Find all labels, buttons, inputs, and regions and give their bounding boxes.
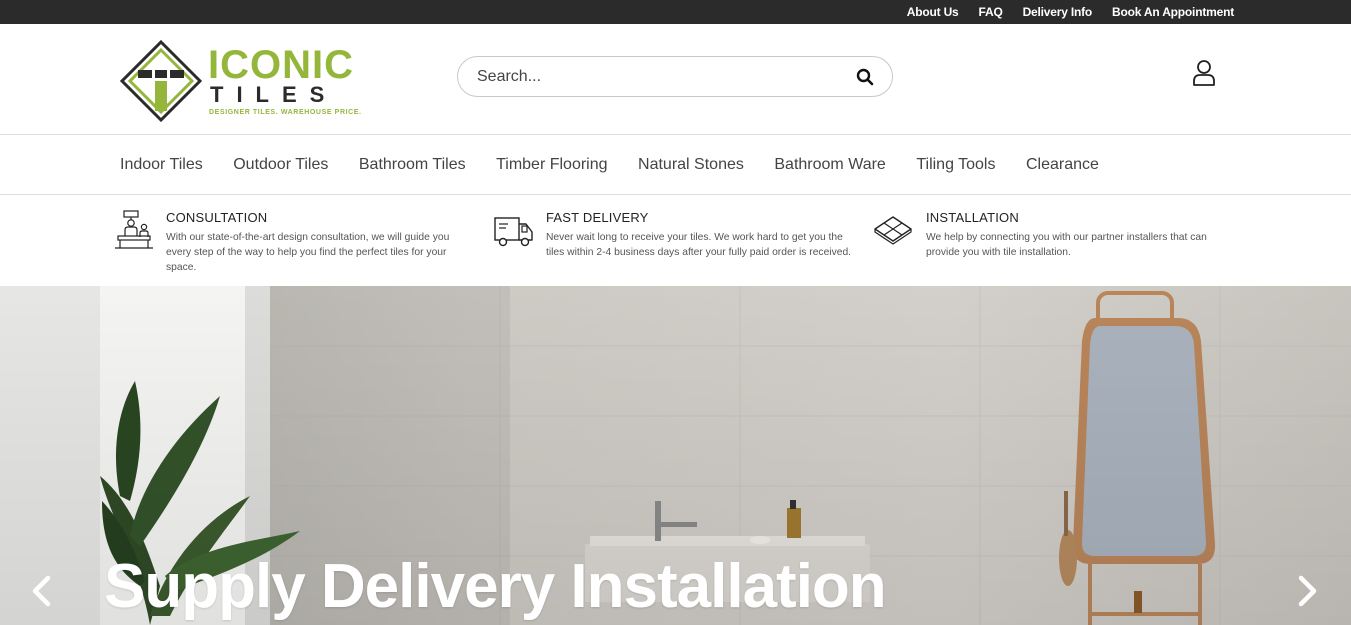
search-box bbox=[457, 56, 893, 97]
logo-word-iconic: ICONIC bbox=[208, 43, 354, 87]
search-icon[interactable] bbox=[856, 68, 874, 86]
hero-title: Supply Delivery Installation bbox=[104, 552, 887, 621]
nav-item-tiling-tools[interactable]: Tiling Tools bbox=[916, 156, 995, 174]
site-header: ICONIC TILES DESIGNER TILES. WAREHOUSE P… bbox=[0, 24, 1351, 135]
faq-link[interactable]: FAQ bbox=[979, 5, 1003, 19]
chevron-left-icon[interactable] bbox=[29, 574, 53, 608]
user-icon[interactable] bbox=[1191, 59, 1217, 87]
nav-item-clearance[interactable]: Clearance bbox=[1026, 156, 1099, 174]
feature-text: We help by connecting you with our partn… bbox=[926, 232, 1207, 258]
top-links: About Us FAQ Delivery Info Book An Appoi… bbox=[907, 0, 1234, 24]
nav-item-timber-flooring[interactable]: Timber Flooring bbox=[496, 156, 607, 174]
features-strip: CONSULTATION With our state-of-the-art d… bbox=[0, 196, 1351, 286]
feature-text: Never wait long to receive your tiles. W… bbox=[546, 232, 852, 258]
about-us-link[interactable]: About Us bbox=[907, 5, 959, 19]
logo-tagline: DESIGNER TILES. WAREHOUSE PRICE. bbox=[209, 109, 362, 116]
feature-title: INSTALLATION bbox=[926, 210, 1019, 225]
search-input[interactable] bbox=[477, 66, 837, 88]
feature-text: With our state-of-the-art design consult… bbox=[166, 232, 450, 273]
nav-item-bathroom-ware[interactable]: Bathroom Ware bbox=[774, 156, 885, 174]
nav-item-indoor-tiles[interactable]: Indoor Tiles bbox=[120, 156, 203, 174]
logo-diamond-icon bbox=[120, 40, 202, 122]
logo-word-tiles: TILES bbox=[210, 82, 338, 107]
installation-tiles-icon bbox=[874, 216, 912, 245]
book-appointment-link[interactable]: Book An Appointment bbox=[1112, 5, 1234, 19]
hero-slider: Supply Delivery Installation bbox=[0, 286, 1351, 625]
delivery-info-link[interactable]: Delivery Info bbox=[1023, 5, 1093, 19]
logo[interactable]: ICONIC TILES DESIGNER TILES. WAREHOUSE P… bbox=[120, 40, 370, 122]
feature-title: CONSULTATION bbox=[166, 210, 268, 225]
top-bar: About Us FAQ Delivery Info Book An Appoi… bbox=[0, 0, 1351, 24]
feature-title: FAST DELIVERY bbox=[546, 210, 649, 225]
chevron-right-icon[interactable] bbox=[1296, 574, 1320, 608]
nav-item-natural-stones[interactable]: Natural Stones bbox=[638, 156, 744, 174]
nav-item-bathroom-tiles[interactable]: Bathroom Tiles bbox=[359, 156, 466, 174]
nav-item-outdoor-tiles[interactable]: Outdoor Tiles bbox=[233, 156, 328, 174]
delivery-truck-icon bbox=[494, 217, 533, 247]
main-nav: Indoor Tiles Outdoor Tiles Bathroom Tile… bbox=[0, 135, 1351, 195]
consultation-icon bbox=[115, 210, 153, 249]
